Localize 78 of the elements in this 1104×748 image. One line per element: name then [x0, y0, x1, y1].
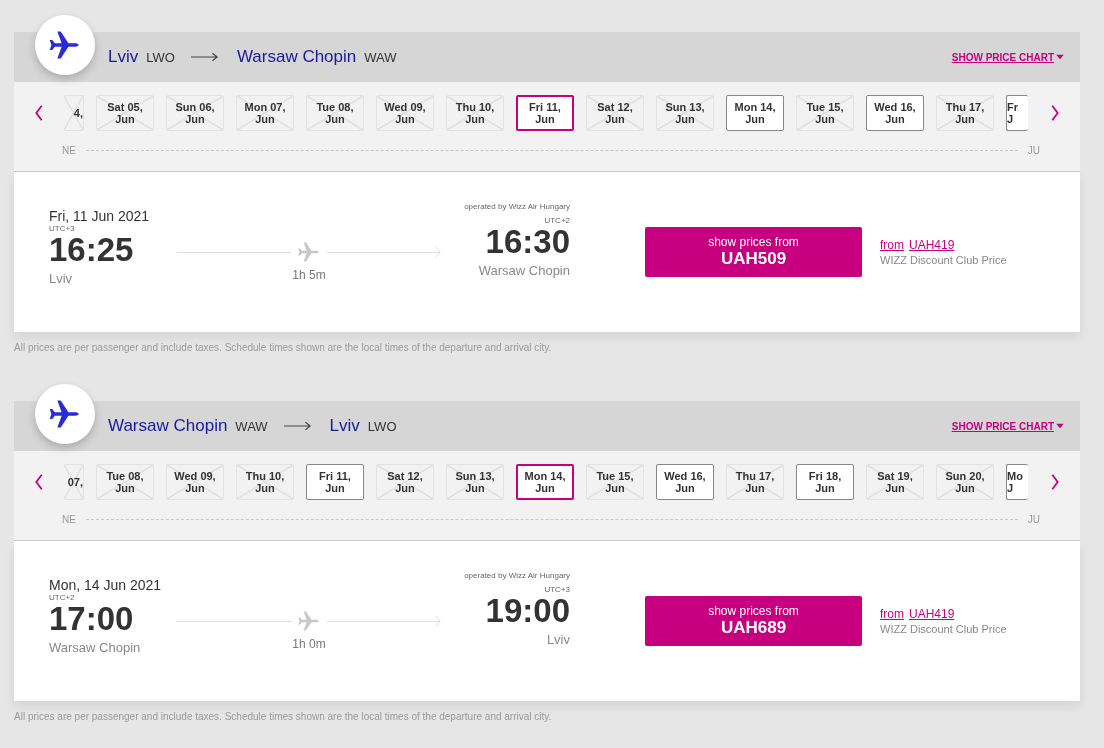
arrival-time: 19:00 — [485, 594, 570, 628]
departure-city: Lviv — [49, 271, 74, 286]
date-tile[interactable]: Sun 20, Jun — [936, 464, 994, 500]
departure-time: 17:00 — [49, 602, 135, 636]
date-tile[interactable]: Mo J — [1006, 464, 1028, 500]
departure-time: 16:25 — [49, 233, 135, 267]
month-label: NE — [62, 145, 76, 156]
origin-city: Warsaw Chopin — [108, 416, 228, 436]
date-tile[interactable]: Wed 16, Jun — [866, 95, 924, 131]
caret-icon[interactable] — [1056, 54, 1064, 60]
show-prices-button[interactable]: show prices from UAH509 — [645, 227, 862, 277]
arrival-city: Lviv — [546, 632, 570, 647]
date-tile[interactable]: Fri 11, Jun — [306, 464, 364, 500]
date-tile[interactable]: Wed 09, Jun — [376, 95, 434, 131]
date-tile[interactable]: Fri 11, Jun — [516, 95, 574, 131]
arrival-city: Warsaw Chopin — [478, 263, 570, 278]
date-tile[interactable]: Sun 13, Jun — [446, 464, 504, 500]
timezone-label: UTC+3 — [49, 224, 76, 233]
price-chart-link[interactable]: SHOW PRICE CHART — [951, 420, 1064, 432]
caret-icon[interactable] — [1056, 423, 1064, 429]
departure-city: Warsaw Chopin — [49, 640, 142, 655]
flight-date: Fri, 11 Jun 2021 — [49, 208, 150, 224]
operator-text: operated by Wizz Air Hungary — [464, 202, 570, 211]
destination-city: Warsaw Chopin — [236, 47, 357, 67]
flight-duration: 1h 0m — [292, 637, 326, 651]
date-tile[interactable]: Mon 14, Jun — [726, 95, 784, 131]
date-tile[interactable]: Fr J — [1006, 95, 1028, 131]
date-tile[interactable]: Sun 06, Jun — [166, 95, 224, 131]
arrival-time: 16:30 — [485, 225, 570, 259]
date-tile[interactable]: Tue 15, Jun — [796, 95, 854, 131]
date-tile[interactable]: Sat 05, Jun — [96, 95, 154, 131]
club-price-label: WIZZ Discount Club Price — [880, 254, 1007, 266]
destination-code: WAW — [364, 49, 397, 65]
date-tile[interactable]: Mon 14, Jun — [516, 464, 574, 500]
club-price-link[interactable]: UAH419 — [909, 607, 955, 621]
date-tile[interactable]: Thu 17, Jun — [936, 95, 994, 131]
club-price-label: WIZZ Discount Club Price — [880, 623, 1007, 635]
date-tile[interactable]: Sat 12, Jun — [586, 95, 644, 131]
date-tile[interactable]: Fri 18, Jun — [796, 464, 854, 500]
date-tile[interactable]: Sun 13, Jun — [656, 95, 714, 131]
timezone-label: UTC+2 — [544, 216, 570, 225]
destination-city: Lviv — [329, 416, 360, 436]
origin-city: Lviv — [108, 47, 139, 67]
timezone-label: UTC+2 — [49, 593, 76, 602]
airplane-icon — [297, 240, 321, 264]
month-label: JU — [1027, 145, 1040, 156]
origin-code: WAW — [235, 418, 268, 434]
operator-text: operated by Wizz Air Hungary — [464, 571, 570, 580]
flight-date: Mon, 14 Jun 2021 — [49, 577, 162, 593]
from-link[interactable]: from — [880, 238, 904, 252]
date-tile[interactable]: 4, — [64, 95, 84, 131]
date-tile[interactable]: Tue 15, Jun — [586, 464, 644, 500]
airplane-icon — [297, 609, 321, 633]
month-label: JU — [1027, 514, 1040, 525]
arrow-icon — [190, 52, 219, 62]
price-note: All prices are per passenger and include taxes. Schedule times shown are the local times of the departure and arrival city. — [14, 342, 553, 353]
date-tile[interactable]: Sat 12, Jun — [376, 464, 434, 500]
date-tile[interactable]: Wed 09, Jun — [166, 464, 224, 500]
price-note: All prices are per passenger and include taxes. Schedule times shown are the local times of the departure and arrival city. — [14, 711, 553, 722]
destination-code: LWO — [367, 418, 397, 434]
date-tile[interactable]: Thu 10, Jun — [446, 95, 504, 131]
date-tile[interactable]: 07, — [64, 464, 84, 500]
arrow-icon — [283, 421, 312, 431]
origin-code: LWO — [146, 49, 175, 65]
club-price-link[interactable]: UAH419 — [909, 238, 955, 252]
date-tile[interactable]: Thu 10, Jun — [236, 464, 294, 500]
date-tile[interactable]: Wed 16, Jun — [656, 464, 714, 500]
month-label: NE — [62, 514, 76, 525]
date-tile[interactable]: Tue 08, Jun — [306, 95, 364, 131]
from-link[interactable]: from — [880, 607, 904, 621]
date-tile[interactable]: Tue 08, Jun — [96, 464, 154, 500]
timezone-label: UTC+3 — [544, 585, 570, 594]
date-tile[interactable]: Thu 17, Jun — [726, 464, 784, 500]
date-tile[interactable]: Sat 19, Jun — [866, 464, 924, 500]
date-tile[interactable]: Mon 07, Jun — [236, 95, 294, 131]
flight-duration: 1h 5m — [292, 268, 326, 282]
price-chart-link[interactable]: SHOW PRICE CHART — [951, 51, 1064, 63]
show-prices-button[interactable]: show prices from UAH689 — [645, 596, 862, 646]
